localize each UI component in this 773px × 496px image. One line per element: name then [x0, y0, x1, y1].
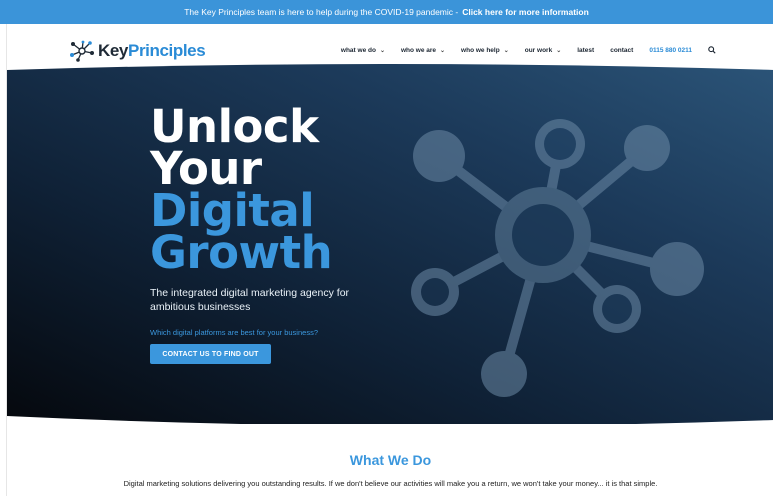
chevron-down-icon: ⌄: [379, 47, 385, 54]
nav-label: our work: [524, 46, 553, 54]
hero-subtitle: The integrated digital marketing agency …: [150, 287, 350, 313]
announcement-bar: The Key Principles team is here to help …: [0, 0, 773, 24]
network-logo-icon: [70, 40, 94, 62]
nav-label: what we do: [340, 46, 376, 54]
search-button[interactable]: [708, 46, 716, 54]
nav-our-work[interactable]: our work ⌄: [525, 47, 561, 54]
search-icon: [708, 46, 716, 54]
announcement-text: The Key Principles team is here to help …: [184, 7, 459, 17]
nav-what-we-do[interactable]: what we do ⌄: [341, 47, 385, 54]
announcement-link[interactable]: Click here for more information: [462, 7, 589, 17]
site-header: KeyPrinciples what we do ⌄ who we are ⌄ wh…: [7, 24, 773, 68]
main-nav: what we do ⌄ who we are ⌄ who we help ⌄ our…: [341, 46, 716, 54]
nav-phone[interactable]: 0115 880 0211: [649, 47, 692, 54]
logo[interactable]: KeyPrinciples: [69, 38, 206, 64]
hero-title-line: Growth: [150, 226, 333, 279]
nav-label: latest: [577, 46, 595, 54]
logo-principles: Principles: [128, 41, 206, 60]
what-we-do-title: What We Do: [349, 452, 432, 468]
nav-label: contact: [610, 46, 634, 54]
chevron-down-icon: ⌄: [440, 47, 446, 54]
nav-label: who we are: [400, 46, 437, 54]
nav-contact[interactable]: contact: [610, 47, 633, 54]
hero-question-link[interactable]: Which digital platforms are best for you…: [150, 328, 318, 337]
logo-key: Key: [98, 41, 128, 60]
nav-label: who we help: [461, 46, 500, 54]
nav-who-we-help[interactable]: who we help ⌄: [461, 47, 509, 54]
hero-section: Unlock Your Digital Growth The integrate…: [7, 64, 773, 424]
what-we-do-text: Digital marketing solutions delivering y…: [123, 479, 658, 488]
hero-title: Unlock Your Digital Growth: [150, 104, 333, 279]
logo-text: KeyPrinciples: [98, 41, 206, 61]
contact-cta-button[interactable]: CONTACT US TO FIND OUT: [150, 344, 271, 364]
hero-background: [7, 64, 773, 424]
page-frame: KeyPrinciples what we do ⌄ who we are ⌄ wh…: [6, 24, 773, 496]
chevron-down-icon: ⌄: [556, 47, 562, 54]
nav-latest[interactable]: latest: [577, 47, 594, 54]
chevron-down-icon: ⌄: [503, 47, 509, 54]
nav-who-we-are[interactable]: who we are ⌄: [401, 47, 445, 54]
